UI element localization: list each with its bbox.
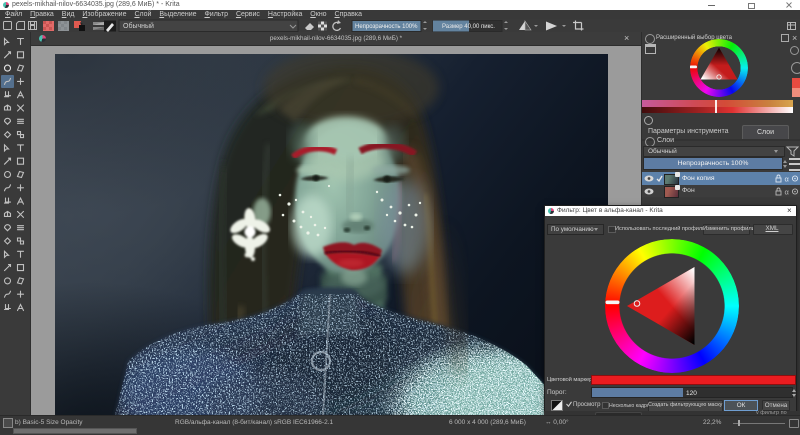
svg-text:Обычный: Обычный xyxy=(123,22,154,30)
svg-text:Непрозрачность 100%: Непрозрачность 100% xyxy=(355,24,418,30)
svg-text:α: α xyxy=(785,187,790,196)
svg-text:α: α xyxy=(785,175,790,184)
svg-text:Размер 40,00 пикс.: Размер 40,00 пикс. xyxy=(442,24,495,30)
